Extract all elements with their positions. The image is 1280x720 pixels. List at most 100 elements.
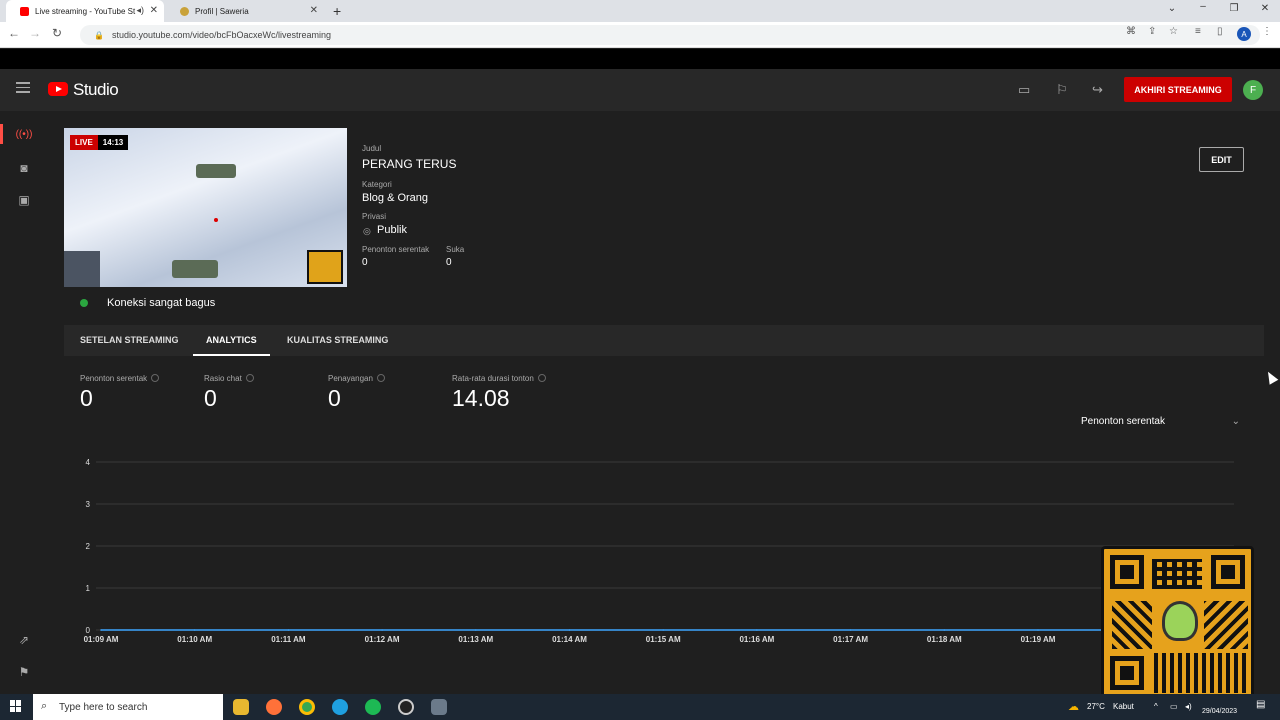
back-arrow-icon[interactable]: ← xyxy=(5,26,23,40)
metric-dropdown[interactable]: Penonton serentak ⌄ xyxy=(1081,416,1244,432)
qr-pattern xyxy=(1112,601,1152,649)
reload-icon[interactable]: ↻ xyxy=(48,26,66,40)
data-point xyxy=(849,629,852,631)
window-close-button[interactable]: ✕ xyxy=(1255,3,1275,14)
notification-icon[interactable]: ▤ xyxy=(1256,699,1265,710)
help-icon[interactable] xyxy=(245,374,254,382)
network-icon[interactable]: ▭ xyxy=(1170,702,1178,711)
end-streaming-button[interactable]: AKHIRI STREAMING xyxy=(1124,77,1232,102)
data-point xyxy=(943,629,946,631)
tab-search-icon[interactable]: ⌄ xyxy=(1162,3,1182,14)
stream-preview-video[interactable] xyxy=(64,128,347,287)
youtube-logo-icon[interactable] xyxy=(48,82,68,96)
edge-icon[interactable] xyxy=(332,699,348,715)
maximize-button[interactable]: ❐ xyxy=(1224,3,1244,14)
y-tick-label: 1 xyxy=(86,584,91,593)
y-tick-label: 0 xyxy=(86,626,91,635)
x-tick-label: 01:13 AM xyxy=(458,635,493,644)
hamburger-menu-icon[interactable] xyxy=(16,82,30,94)
privacy-label: Privasi xyxy=(362,212,387,221)
tab-youtube-studio[interactable]: Live streaming - YouTube St ◂) ✕ xyxy=(6,0,164,22)
weather-desc[interactable]: Kabut xyxy=(1113,702,1134,711)
bookmark-icon[interactable]: ⚐ xyxy=(1056,82,1068,98)
data-point xyxy=(568,629,571,631)
firefox-icon[interactable] xyxy=(266,699,282,715)
tank-graphic xyxy=(196,164,236,178)
tab-stream-settings[interactable]: SETELAN STREAMING xyxy=(80,335,179,345)
qr-pattern xyxy=(1154,653,1248,693)
x-tick-label: 01:16 AM xyxy=(739,635,774,644)
file-explorer-icon[interactable] xyxy=(233,699,249,715)
tab-saweria[interactable]: Profil | Saweria ✕ xyxy=(166,0,324,22)
metric-label: Penonton serentak xyxy=(80,374,160,383)
x-tick-label: 01:10 AM xyxy=(177,635,212,644)
x-tick-label: 01:11 AM xyxy=(271,635,306,644)
concurrent-label: Penonton serentak xyxy=(362,245,430,254)
studio-logo-text[interactable]: Studio xyxy=(73,80,119,100)
category-value: Blog & Orang xyxy=(362,192,429,204)
live-badge: LIVE 14:13 xyxy=(70,135,129,150)
metric-label: Penayangan xyxy=(328,374,385,383)
y-tick-label: 4 xyxy=(86,458,91,467)
qr-finder xyxy=(1211,555,1245,589)
lock-icon: 🔒 xyxy=(94,30,104,40)
minimize-button[interactable]: – xyxy=(1193,1,1213,12)
new-tab-button[interactable]: + xyxy=(333,3,341,19)
translate-icon[interactable]: ⌘ xyxy=(1126,26,1136,37)
help-icon[interactable] xyxy=(151,374,160,382)
clapperboard-icon[interactable]: ▭ xyxy=(1018,82,1030,98)
share-arrow-icon[interactable]: ↪ xyxy=(1092,82,1103,98)
channel-avatar[interactable]: F xyxy=(1243,80,1263,100)
bookmark-star-icon[interactable]: ☆ xyxy=(1169,26,1178,37)
chevron-down-icon: ⌄ xyxy=(1231,416,1240,427)
weather-temp[interactable]: 27°C xyxy=(1087,702,1105,711)
live-stream-icon[interactable]: ((•)) xyxy=(14,129,34,140)
likes-value: 0 xyxy=(446,257,452,268)
game-app-icon[interactable] xyxy=(431,699,447,715)
feedback-icon[interactable]: ⚑ xyxy=(14,665,34,679)
external-link-icon[interactable]: ⇗ xyxy=(14,633,34,647)
browser-tab-bar: Live streaming - YouTube St ◂) ✕ Profil … xyxy=(0,0,1280,22)
tray-chevron-icon[interactable]: ^ xyxy=(1154,702,1158,711)
help-icon[interactable] xyxy=(537,374,546,382)
spotify-icon[interactable] xyxy=(365,699,381,715)
stream-title: PERANG TERUS xyxy=(362,157,457,171)
windows-start-icon[interactable] xyxy=(10,700,22,712)
qr-pattern xyxy=(1152,559,1202,589)
y-tick-label: 2 xyxy=(86,542,91,551)
side-panel-icon[interactable]: ▯ xyxy=(1217,26,1223,37)
nav-active-indicator xyxy=(0,124,3,144)
reading-list-icon[interactable]: ≡ xyxy=(1195,26,1201,37)
browser-profile-avatar[interactable]: A xyxy=(1237,27,1251,41)
close-tab-icon[interactable]: ✕ xyxy=(310,5,318,16)
dropdown-selected: Penonton serentak xyxy=(1081,416,1165,427)
chrome-icon[interactable] xyxy=(299,699,315,715)
data-point xyxy=(287,629,290,631)
metric-value: 0 xyxy=(204,385,217,411)
close-tab-icon[interactable]: ✕ xyxy=(150,5,158,16)
share-icon[interactable]: ⇪ xyxy=(1148,26,1156,37)
kebab-menu-icon[interactable]: ⋮ xyxy=(1262,26,1272,37)
tab-stream-quality[interactable]: KUALITAS STREAMING xyxy=(287,335,388,345)
weather-icon[interactable]: ☁ xyxy=(1068,700,1079,713)
edit-button[interactable]: EDIT xyxy=(1199,147,1244,172)
clock-date[interactable]: 29/04/2023 xyxy=(1202,708,1237,715)
metric-value: 0 xyxy=(80,385,93,411)
qr-pattern xyxy=(1204,601,1248,649)
address-bar-row: ← → ↻ 🔒 studio.youtube.com/video/bcFbOac… xyxy=(0,22,1280,48)
camera-icon[interactable]: ◙ xyxy=(14,161,34,175)
tab-analytics[interactable]: ANALYTICS xyxy=(206,335,257,345)
data-point xyxy=(100,629,102,631)
data-point xyxy=(1037,629,1039,631)
calendar-icon[interactable]: ▣ xyxy=(14,193,34,207)
speaker-icon[interactable]: ◂) xyxy=(136,5,144,16)
forward-arrow-icon[interactable]: → xyxy=(26,26,44,40)
mouse-cursor xyxy=(1263,369,1279,385)
connection-status-dot xyxy=(80,299,88,307)
connection-status-text: Koneksi sangat bagus xyxy=(107,297,216,309)
obs-icon[interactable] xyxy=(398,699,414,715)
taskbar-search-input[interactable]: ⌕ Type here to search xyxy=(33,694,223,720)
help-icon[interactable] xyxy=(376,374,385,382)
volume-icon[interactable]: ◂) xyxy=(1185,702,1192,711)
url-omnibox[interactable]: 🔒 studio.youtube.com/video/bcFbOacxeWc/l… xyxy=(80,25,1260,45)
